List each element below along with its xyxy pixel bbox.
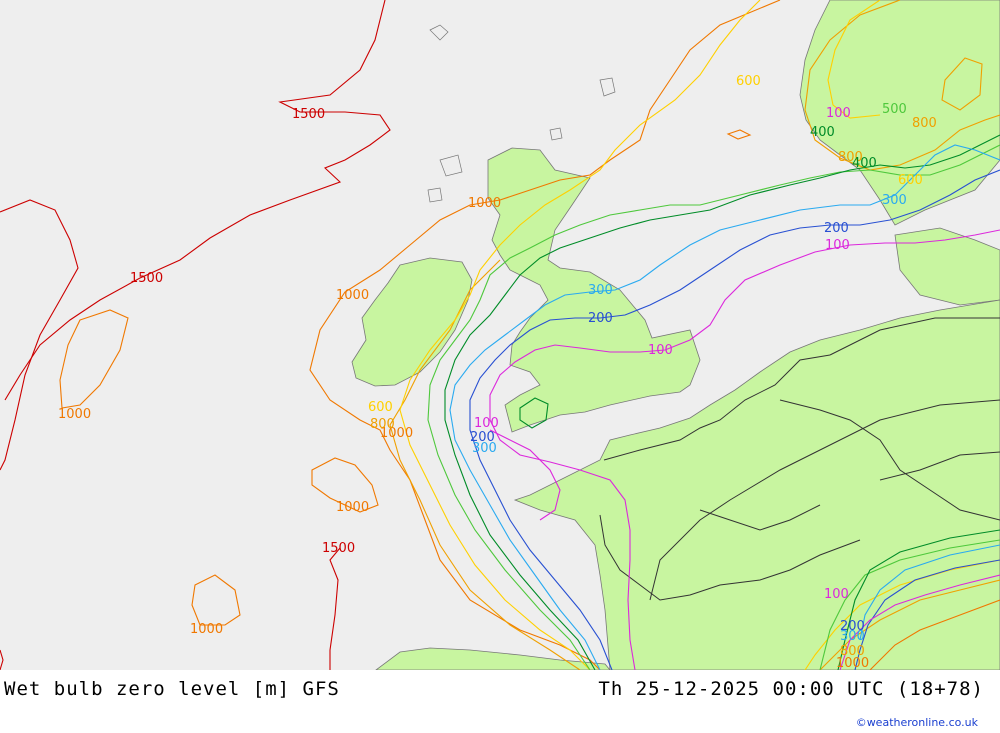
contour-label: 400 (810, 125, 835, 140)
contour-label: 1500 (130, 271, 163, 286)
contour-label: 800 (840, 644, 865, 659)
contour-label: 600 (736, 74, 761, 89)
contour-label: 1500 (322, 541, 355, 556)
contour-label: 1000 (190, 622, 223, 637)
contour-label: 100 (648, 343, 673, 358)
contour-label: 600 (368, 400, 393, 415)
valid-time: Th 25-12-2025 00:00 UTC (18+78) (598, 678, 984, 700)
contour-label: 1500 (292, 107, 325, 122)
contour-label: 100 (824, 587, 849, 602)
contour-label: 300 (588, 283, 613, 298)
map-title: Wet bulb zero level [m] GFS (4, 678, 340, 700)
contour-label: 800 (370, 417, 395, 432)
contour-label: 400 (852, 156, 877, 171)
footer-bar: Wet bulb zero level [m] GFS Th 25-12-202… (0, 670, 1000, 733)
contour-label: 100 (825, 238, 850, 253)
map-canvas: 1500 1500 1500 1000 1000 1000 1000 1000 … (0, 0, 1000, 671)
contour-label: 1000 (336, 500, 369, 515)
contour-label: 200 (824, 221, 849, 236)
credit-link[interactable]: ©weatheronline.co.uk (856, 716, 978, 729)
contour-label: 1000 (468, 196, 501, 211)
contour-label: 100 (826, 106, 851, 121)
contour-label: 1000 (336, 288, 369, 303)
contour-label: 300 (882, 193, 907, 208)
contour-label: 800 (912, 116, 937, 131)
contour-label: 1000 (58, 407, 91, 422)
contour-label: 200 (470, 430, 495, 445)
wet-bulb-zero-map: 1500 1500 1500 1000 1000 1000 1000 1000 … (0, 0, 1000, 671)
contour-label: 200 (588, 311, 613, 326)
contour-label: 600 (898, 173, 923, 188)
contour-label: 200 (840, 619, 865, 634)
contour-label: 100 (474, 416, 499, 431)
contour-label: 500 (882, 102, 907, 117)
